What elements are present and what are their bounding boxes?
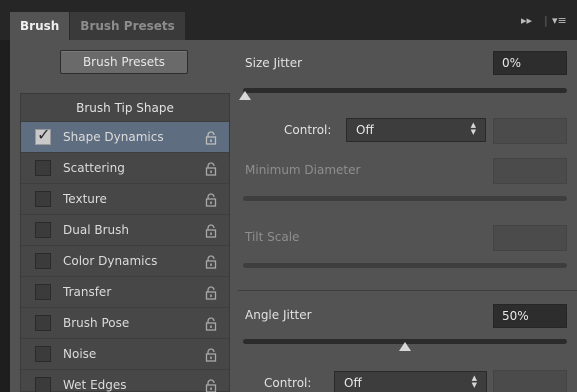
list-item-label: Wet Edges [63,378,127,392]
select-arrows-icon: ▲ ▼ [471,374,477,389]
checkbox[interactable] [35,377,51,392]
list-item-texture[interactable]: Texture [21,184,229,215]
tab-brush[interactable]: Brush [10,12,70,40]
lock-icon[interactable] [205,348,217,362]
brush-settings-list: Brush Tip Shape ✓ Shape Dynamics Scatter… [20,93,230,392]
list-item-label: Color Dynamics [63,254,158,268]
minimum-diameter-slider-track [243,196,567,201]
lock-icon[interactable] [205,286,217,300]
control-select[interactable]: Off ▲ ▼ [334,371,487,392]
list-item-noise[interactable]: Noise [21,339,229,370]
minimum-diameter-label: Minimum Diameter [245,163,361,177]
control-select[interactable]: Off ▲ ▼ [346,118,486,142]
checkbox[interactable] [35,253,51,269]
checkbox[interactable] [35,160,51,176]
control-label: Control: [264,376,312,390]
checkbox[interactable] [35,315,51,331]
tab-brush-presets[interactable]: Brush Presets [69,12,185,40]
control-extra-field [493,370,567,392]
lock-icon[interactable] [205,255,217,269]
checkbox[interactable] [35,284,51,300]
size-jitter-slider-thumb[interactable] [239,91,251,100]
list-item-label: Shape Dynamics [63,130,164,144]
tab-strip: Brush Brush Presets [10,12,185,40]
size-jitter-label: Size Jitter [245,56,303,70]
control-extra-field [493,118,567,144]
list-item-label: Scattering [63,161,125,175]
angle-jitter-slider-thumb[interactable] [399,342,411,351]
tilt-scale-label: Tilt Scale [245,230,300,244]
list-item-shape-dynamics[interactable]: ✓ Shape Dynamics [21,122,229,153]
control-select-value: Off [344,376,362,390]
list-item-label: Brush Pose [63,316,130,330]
checkbox[interactable] [35,191,51,207]
select-arrows-icon: ▲ ▼ [470,121,476,136]
list-item-wet-edges[interactable]: Wet Edges [21,370,229,392]
checkbox[interactable]: ✓ [35,125,51,145]
brush-presets-button[interactable]: Brush Presets [60,50,188,74]
list-item-brush-pose[interactable]: Brush Pose [21,308,229,339]
checkbox[interactable] [35,346,51,362]
lock-icon[interactable] [205,317,217,331]
lock-icon[interactable] [205,131,217,145]
angle-jitter-label: Angle Jitter [245,308,312,322]
separator-icon: | [544,14,548,27]
section-divider [238,290,577,291]
angle-jitter-field[interactable]: 50% [493,304,567,328]
tilt-scale-slider-track [243,263,567,268]
tilt-scale-field [493,225,567,251]
lock-icon[interactable] [205,162,217,176]
control-label: Control: [284,123,332,137]
size-jitter-field[interactable]: 0% [493,51,567,75]
brush-panel: Brush Presets Brush Tip Shape ✓ Shape Dy… [10,40,577,392]
lock-icon[interactable] [205,224,217,238]
list-item-label: Texture [63,192,107,206]
lock-icon[interactable] [205,193,217,207]
list-item-label: Noise [63,347,97,361]
brush-tip-shape-item[interactable]: Brush Tip Shape [21,94,229,122]
lock-icon[interactable] [205,379,217,392]
control-select-value: Off [356,123,374,137]
size-jitter-slider-track[interactable] [243,88,567,93]
minimum-diameter-field [493,158,567,184]
collapse-icon[interactable]: ▸▸ [521,14,532,27]
panel-tab-bar: Brush Brush Presets ▸▸ | ▾≡ [0,0,577,40]
checkmark-icon: ✓ [37,125,51,144]
list-item-label: Transfer [63,285,112,299]
list-item-transfer[interactable]: Transfer [21,277,229,308]
list-item-scattering[interactable]: Scattering [21,153,229,184]
checkbox[interactable] [35,222,51,238]
list-item-label: Dual Brush [63,223,129,237]
list-item-dual-brush[interactable]: Dual Brush [21,215,229,246]
list-item-color-dynamics[interactable]: Color Dynamics [21,246,229,277]
panel-menu-icon[interactable]: ▾≡ [552,14,567,27]
